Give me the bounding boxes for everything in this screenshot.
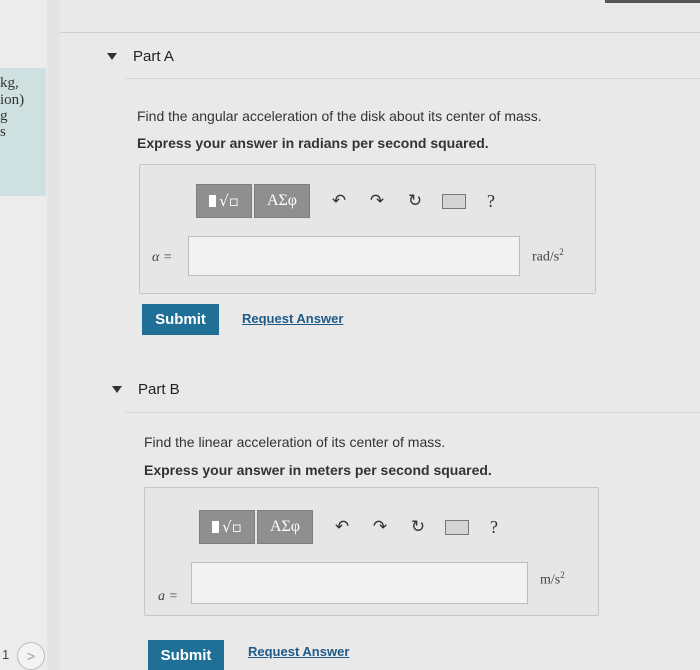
greek-symbols-button[interactable]: ΑΣφ: [254, 184, 310, 218]
part-a-unit-text: rad/s: [532, 249, 560, 265]
part-b-header[interactable]: Part B: [112, 381, 180, 398]
part-a-title: Part A: [133, 48, 174, 65]
top-divider: [60, 32, 700, 33]
help-icon[interactable]: ?: [477, 517, 511, 538]
part-b-request-answer-link[interactable]: Request Answer: [248, 644, 349, 659]
collapse-triangle-icon: [112, 386, 122, 393]
greek-symbols-label: ΑΣφ: [266, 192, 298, 209]
part-b-question: Find the linear acceleration of its cent…: [144, 434, 446, 450]
part-b-unit-exponent: 2: [560, 570, 565, 580]
part-a-unit-exponent: 2: [559, 247, 564, 257]
part-a-unit-label: rad/s2: [532, 247, 564, 266]
keyboard-icon[interactable]: [445, 519, 469, 535]
page-number: 1: [2, 647, 10, 662]
sqrt-icon: √▫: [222, 518, 242, 536]
part-b-variable-label: a =: [158, 589, 178, 604]
templates-icon: [212, 521, 220, 533]
part-a-submit-button[interactable]: Submit: [142, 304, 219, 335]
undo-icon[interactable]: ↶: [323, 517, 361, 537]
part-a-divider: [125, 78, 700, 79]
reset-icon[interactable]: ↻: [396, 191, 434, 211]
collapse-triangle-icon: [107, 53, 117, 60]
redo-icon[interactable]: ↷: [358, 191, 396, 211]
part-a-variable-label: α =: [152, 250, 173, 265]
templates-icon: [209, 195, 217, 207]
left-panel-text-4: s: [0, 124, 6, 140]
reset-icon[interactable]: ↻: [399, 517, 437, 537]
redo-icon[interactable]: ↷: [361, 517, 399, 537]
part-a-answer-input[interactable]: [188, 236, 520, 276]
undo-icon[interactable]: ↶: [320, 191, 358, 211]
part-a-math-toolbar: √▫ ΑΣφ ↶ ↷ ↻ ?: [196, 184, 508, 218]
help-icon[interactable]: ?: [474, 191, 508, 212]
next-page-button[interactable]: >: [17, 642, 45, 670]
part-a-question: Find the angular acceleration of the dis…: [137, 108, 542, 124]
part-b-unit-label: m/s2: [540, 570, 565, 589]
part-a-instruction: Express your answer in radians per secon…: [137, 135, 489, 151]
left-panel-text-1: kg,: [0, 75, 19, 91]
part-b-divider: [125, 412, 700, 413]
part-a-header[interactable]: Part A: [107, 48, 174, 65]
part-b-unit-text: m/s: [540, 572, 561, 588]
part-b-instruction: Express your answer in meters per second…: [144, 462, 492, 478]
chevron-right-icon: >: [26, 648, 36, 664]
part-b-answer-input[interactable]: [191, 562, 528, 604]
left-panel-text-2: ion): [0, 92, 25, 108]
left-panel-text-3: g: [0, 108, 8, 124]
greek-symbols-button[interactable]: ΑΣφ: [257, 510, 313, 544]
greek-symbols-label: ΑΣφ: [269, 518, 301, 535]
sqrt-icon: √▫: [219, 192, 239, 210]
templates-button[interactable]: √▫: [199, 510, 255, 544]
part-b-title: Part B: [138, 381, 180, 398]
templates-button[interactable]: √▫: [196, 184, 252, 218]
keyboard-icon[interactable]: [442, 193, 466, 209]
part-b-submit-button[interactable]: Submit: [148, 640, 224, 670]
part-b-math-toolbar: √▫ ΑΣφ ↶ ↷ ↻ ?: [199, 510, 511, 544]
top-right-tab-indicator: [605, 0, 700, 3]
part-a-request-answer-link[interactable]: Request Answer: [242, 311, 343, 326]
